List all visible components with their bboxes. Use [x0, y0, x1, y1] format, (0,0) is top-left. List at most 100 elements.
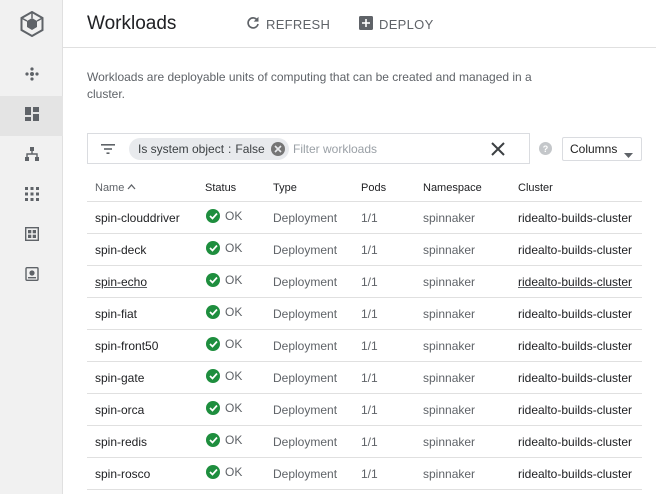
add-box-icon	[359, 15, 373, 33]
column-header-name[interactable]: Name	[95, 182, 136, 194]
table-row[interactable]: spin-front50 OK Deployment 1/1 spinnaker ride…	[87, 330, 642, 362]
table-row[interactable]: spin-rosco OK Deployment 1/1 spinnaker rideal…	[87, 458, 642, 490]
status-cell: OK	[206, 273, 242, 287]
page-header: Workloads REFRESH DEPLOY	[63, 0, 656, 48]
applications-icon	[24, 186, 39, 206]
namespace-cell: spinnaker	[423, 467, 476, 481]
namespace-cell: spinnaker	[423, 243, 476, 257]
type-cell: Deployment	[273, 243, 338, 257]
columns-label: Columns	[570, 142, 618, 156]
help-icon[interactable]: ?	[539, 142, 552, 160]
cluster-link[interactable]: ridealto-builds-cluster	[518, 211, 632, 225]
dropdown-caret-icon	[624, 147, 633, 161]
column-header-type[interactable]: Type	[273, 182, 297, 194]
table-row[interactable]: spin-fiat OK Deployment 1/1 spinnaker ridealt…	[87, 298, 642, 330]
cluster-link[interactable]: ridealto-builds-cluster	[518, 339, 632, 353]
filter-chip-system-object[interactable]: Is system object : False	[129, 138, 289, 160]
namespace-cell: spinnaker	[423, 403, 476, 417]
type-cell: Deployment	[273, 435, 338, 449]
status-cell: OK	[206, 241, 242, 255]
status-text: OK	[225, 209, 243, 223]
status-cell: OK	[206, 369, 242, 383]
page-description: Workloads are deployable units of comput…	[87, 70, 532, 101]
filter-chip-separator: :	[228, 142, 232, 156]
status-text: OK	[225, 433, 243, 447]
table-row[interactable]: spin-gate OK Deployment 1/1 spinnaker ridealt…	[87, 362, 642, 394]
nav-item-configuration[interactable]	[0, 216, 63, 256]
gke-logo-icon[interactable]	[0, 0, 63, 48]
table-row[interactable]: spin-redis OK Deployment 1/1 spinnaker rideal…	[87, 426, 642, 458]
cluster-link[interactable]: ridealto-builds-cluster	[518, 307, 632, 321]
workloads-icon	[24, 106, 39, 126]
pods-cell: 1/1	[361, 371, 378, 385]
refresh-button[interactable]: REFRESH	[246, 14, 330, 34]
cluster-link[interactable]: ridealto-builds-cluster	[518, 435, 632, 449]
filter-list-icon[interactable]	[100, 142, 116, 161]
nav-item-storage[interactable]	[0, 256, 63, 296]
workload-name-link[interactable]: spin-echo	[95, 275, 147, 289]
cluster-link[interactable]: ridealto-builds-cluster	[518, 275, 632, 289]
sort-ascending-icon	[127, 182, 136, 194]
cluster-link[interactable]: ridealto-builds-cluster	[518, 403, 632, 417]
column-header-status[interactable]: Status	[205, 182, 236, 194]
pods-cell: 1/1	[361, 307, 378, 321]
kubernetes-workloads-page: Workloads REFRESH DEPLOY Workloads are d	[0, 0, 656, 494]
check-circle-icon	[206, 241, 220, 255]
type-cell: Deployment	[273, 467, 338, 481]
workloads-table: Name Status Type Pods Namespace Cluster …	[87, 172, 642, 490]
check-circle-icon	[206, 465, 220, 479]
table-row[interactable]: spin-deck OK Deployment 1/1 spinnaker ridealt…	[87, 234, 642, 266]
status-text: OK	[225, 273, 243, 287]
type-cell: Deployment	[273, 275, 338, 289]
workload-name-link[interactable]: spin-redis	[95, 435, 147, 449]
check-circle-icon	[206, 401, 220, 415]
check-circle-icon	[206, 273, 220, 287]
namespace-cell: spinnaker	[423, 339, 476, 353]
pods-cell: 1/1	[361, 467, 378, 481]
namespace-cell: spinnaker	[423, 371, 476, 385]
column-header-namespace[interactable]: Namespace	[423, 182, 482, 194]
deploy-button[interactable]: DEPLOY	[359, 14, 434, 34]
workload-name-link[interactable]: spin-gate	[95, 371, 144, 385]
pods-cell: 1/1	[361, 403, 378, 417]
workload-name-link[interactable]: spin-fiat	[95, 307, 137, 321]
clear-filter-icon[interactable]	[490, 141, 506, 162]
status-cell: OK	[206, 305, 242, 319]
nav-item-services[interactable]	[0, 136, 63, 176]
filter-workloads-input[interactable]	[293, 139, 473, 159]
storage-icon	[24, 266, 39, 286]
namespace-cell: spinnaker	[423, 307, 476, 321]
status-cell: OK	[206, 401, 242, 415]
workload-name-link[interactable]: spin-deck	[95, 243, 146, 257]
status-cell: OK	[206, 337, 242, 351]
type-cell: Deployment	[273, 307, 338, 321]
cluster-link[interactable]: ridealto-builds-cluster	[518, 467, 632, 481]
deploy-label: DEPLOY	[379, 16, 434, 32]
pods-cell: 1/1	[361, 275, 378, 289]
nav-item-clusters[interactable]	[0, 56, 63, 96]
cluster-link[interactable]: ridealto-builds-cluster	[518, 371, 632, 385]
check-circle-icon	[206, 433, 220, 447]
nav-item-applications[interactable]	[0, 176, 63, 216]
status-cell: OK	[206, 465, 242, 479]
chip-close-icon[interactable]	[270, 142, 285, 156]
column-header-cluster[interactable]: Cluster	[518, 182, 553, 194]
column-header-pods[interactable]: Pods	[361, 182, 386, 194]
workload-name-link[interactable]: spin-rosco	[95, 467, 150, 481]
svg-text:?: ?	[543, 144, 549, 154]
nav-rail	[0, 0, 63, 494]
nav-item-workloads[interactable]	[0, 96, 63, 136]
type-cell: Deployment	[273, 371, 338, 385]
table-row[interactable]: spin-orca OK Deployment 1/1 spinnaker ridealt…	[87, 394, 642, 426]
columns-dropdown[interactable]: Columns	[562, 137, 642, 161]
table-row[interactable]: spin-clouddriver OK Deployment 1/1 spinnaker…	[87, 202, 642, 234]
table-row[interactable]: spin-echo OK Deployment 1/1 spinnaker ridealt…	[87, 266, 642, 298]
cluster-link[interactable]: ridealto-builds-cluster	[518, 243, 632, 257]
workload-name-link[interactable]: spin-orca	[95, 403, 144, 417]
table-header: Name Status Type Pods Namespace Cluster	[87, 172, 642, 202]
type-cell: Deployment	[273, 403, 338, 417]
status-text: OK	[225, 337, 243, 351]
namespace-cell: spinnaker	[423, 435, 476, 449]
workload-name-link[interactable]: spin-front50	[95, 339, 158, 353]
workload-name-link[interactable]: spin-clouddriver	[95, 211, 180, 225]
